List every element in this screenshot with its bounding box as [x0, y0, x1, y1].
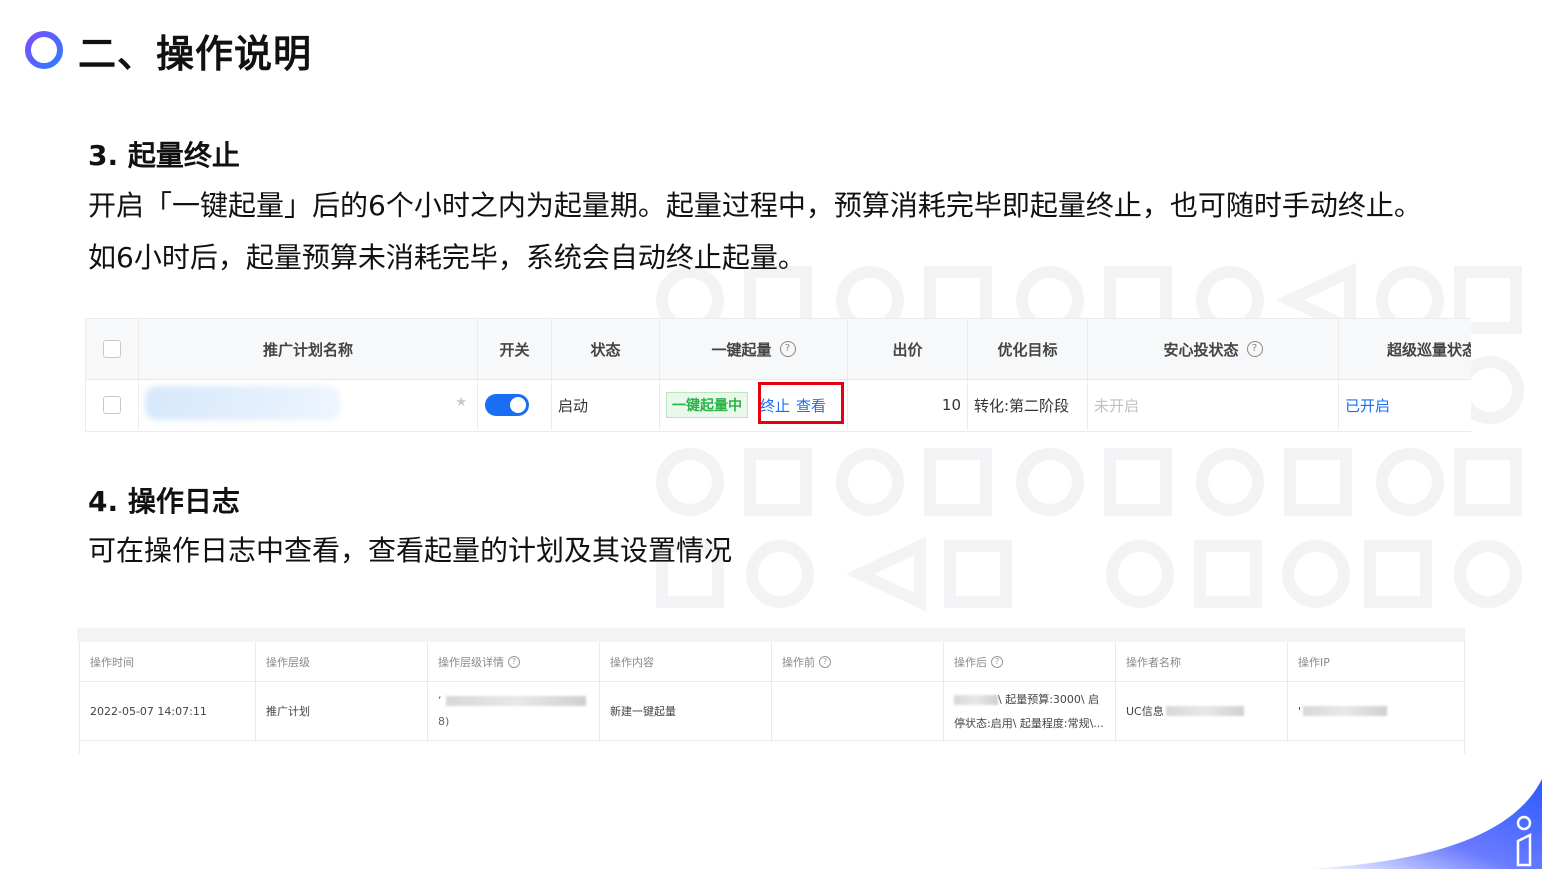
log-operator-text: UC信息 — [1126, 705, 1164, 718]
log-header-before-label: 操作前 — [782, 655, 815, 669]
log-header-content: 操作内容 — [600, 642, 772, 681]
status-cell: 启动 — [552, 380, 660, 430]
header-one-click-boost-label: 一键起量 — [711, 340, 772, 359]
corner-brand-icon — [1302, 779, 1542, 869]
log-after-line2: 停状态:启用\ 起量程度:常规\... — [954, 717, 1104, 730]
log-ip: ' — [1288, 682, 1460, 740]
star-icon[interactable]: ★ — [455, 395, 467, 410]
log-header-ip: 操作IP — [1298, 655, 1330, 669]
log-header-level-detail-label: 操作层级详情 — [438, 655, 504, 669]
log-table-body: 操作时间 操作层级 操作层级详情? 操作内容 操作前? 操作后? 操作者名称 操… — [79, 642, 1465, 754]
log-before — [772, 682, 944, 740]
log-header-level-detail: 操作层级详情? — [428, 642, 600, 681]
help-circle-icon[interactable]: ? — [1246, 341, 1263, 357]
log-header-level: 操作层级 — [256, 642, 428, 681]
page-title: 二、操作说明 — [78, 31, 313, 76]
target-cell: 转化:第二阶段 — [968, 380, 1088, 430]
row-select[interactable] — [86, 380, 139, 430]
log-after-line1-tail: \ 起量预算:3000\ 启 — [998, 693, 1100, 706]
bid-cell: 10 — [848, 380, 968, 430]
log-header-time: 操作时间 — [80, 642, 256, 681]
header-campaign-name[interactable]: 推广计划名称 — [139, 319, 478, 379]
campaign-name-cell[interactable]: ★ — [139, 380, 478, 430]
help-circle-icon[interactable]: ? — [819, 655, 831, 668]
log-header-operator: 操作者名称 — [1116, 642, 1288, 681]
header-select-all[interactable] — [86, 319, 139, 379]
header-safe-delivery-status[interactable]: 安心投状态? — [1088, 319, 1339, 379]
redacted-mask — [954, 695, 998, 705]
section4-heading: 4. 操作日志 — [88, 485, 240, 518]
checkbox[interactable] — [103, 396, 121, 414]
log-level-detail: ‘ 8) — [428, 682, 600, 740]
redacted-mask — [1303, 706, 1388, 716]
highlight-box — [758, 382, 844, 424]
log-after-line1: \ 起量预算:3000\ 启 — [954, 691, 1099, 707]
header-optimization-target[interactable]: 优化目标 — [968, 319, 1088, 379]
log-after: \ 起量预算:3000\ 启 停状态:启用\ 起量程度:常规\... — [944, 682, 1116, 740]
log-table-header: 操作时间 操作层级 操作层级详情? 操作内容 操作前? 操作后? 操作者名称 操… — [80, 642, 1464, 682]
help-circle-icon[interactable]: ? — [991, 655, 1003, 668]
log-header-after-label: 操作后 — [954, 655, 987, 669]
switch-cell — [478, 380, 552, 430]
log-ip-text: ' — [1298, 704, 1302, 718]
header-bid[interactable]: 出价 — [848, 319, 968, 379]
super-patrol-cell[interactable]: 已开启 — [1339, 380, 1471, 430]
table-row: 2022-05-07 14:07:11 推广计划 ‘ 8) 新建一键起量 \ 起… — [80, 682, 1464, 741]
page-title-bar: 二、操作说明 — [24, 24, 312, 76]
log-detail-line1: ‘ — [438, 694, 586, 707]
log-time: 2022-05-07 14:07:11 — [80, 682, 256, 740]
header-switch[interactable]: 开关 — [478, 319, 552, 379]
redacted-mask — [445, 696, 586, 706]
header-status[interactable]: 状态 — [552, 319, 660, 379]
log-operator: UC信息 — [1116, 682, 1288, 740]
toggle-knob — [510, 397, 526, 413]
operation-log-table: 操作时间 操作层级 操作层级详情? 操作内容 操作前? 操作后? 操作者名称 操… — [77, 628, 1465, 754]
background-shape-pattern — [656, 262, 1524, 612]
log-level: 推广计划 — [256, 682, 428, 740]
log-table-top-bar — [77, 628, 1465, 642]
toggle-switch[interactable] — [485, 394, 529, 416]
log-header-before: 操作前? — [772, 642, 944, 681]
redacted-mask — [1165, 706, 1244, 716]
ring-logo-icon — [25, 31, 63, 69]
help-circle-icon[interactable]: ? — [779, 341, 796, 357]
log-detail-line1-text: ‘ — [438, 694, 442, 707]
section3-paragraph-line2: 如6小时后，起量预算未消耗完毕，系统会自动终止起量。 — [88, 241, 806, 274]
help-circle-icon[interactable]: ? — [508, 655, 520, 668]
safe-delivery-cell: 未开启 — [1088, 380, 1339, 430]
header-one-click-boost[interactable]: 一键起量? — [660, 319, 848, 379]
section3-heading: 3. 起量终止 — [88, 139, 240, 172]
boosting-tag: 一键起量中 — [666, 392, 748, 418]
log-detail-line2: 8) — [438, 715, 450, 728]
campaign-table-header: 推广计划名称 开关 状态 一键起量? 出价 优化目标 安心投状态? 超级巡量状态 — [86, 319, 1471, 380]
header-safe-delivery-label: 安心投状态 — [1163, 340, 1239, 359]
blurred-campaign-name — [145, 386, 340, 420]
log-header-after: 操作后? — [944, 642, 1116, 681]
section3-paragraph-line1: 开启「一键起量」后的6个小时之内为起量期。起量过程中，预算消耗完毕即起量终止，也… — [88, 189, 1422, 222]
section4-paragraph: 可在操作日志中查看，查看起量的计划及其设置情况 — [88, 534, 733, 567]
checkbox[interactable] — [103, 340, 121, 358]
header-super-patrol-status[interactable]: 超级巡量状态 — [1339, 319, 1471, 379]
log-content: 新建一键起量 — [600, 682, 772, 740]
